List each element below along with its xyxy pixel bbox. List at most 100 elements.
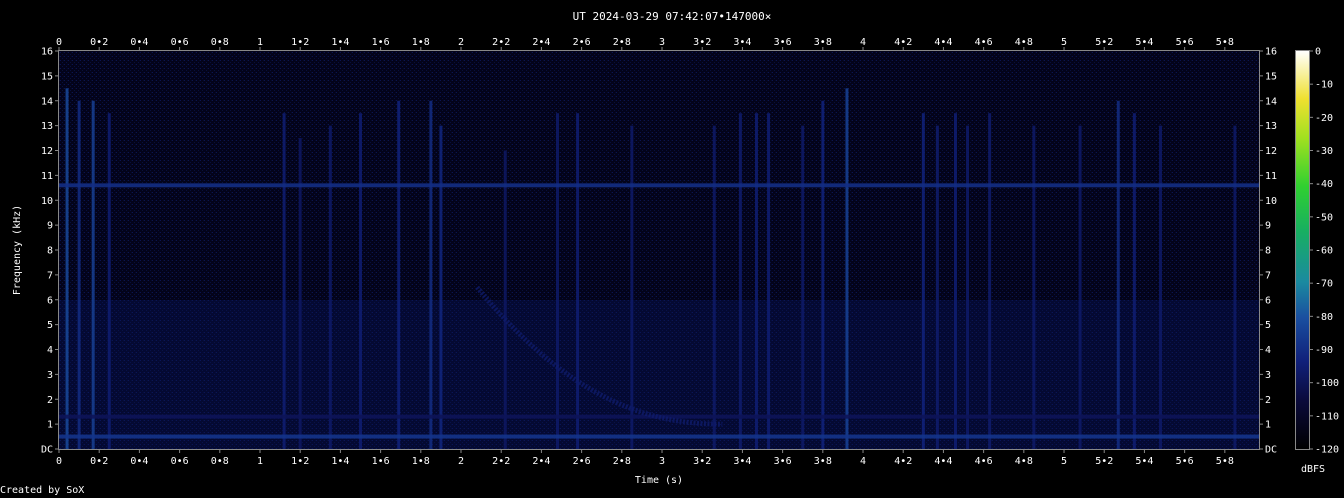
colorbar-tick-label: -20 xyxy=(1315,113,1333,124)
x-tick-label-top: 2•6 xyxy=(573,37,591,48)
x-tick-label-top: 0•6 xyxy=(171,37,189,48)
y-tick-label-left: 1 xyxy=(47,420,53,431)
impulse-mark xyxy=(921,113,925,449)
x-tick-label-bottom: 1•4 xyxy=(331,456,349,467)
x-tick-label-top: 5•4 xyxy=(1135,37,1153,48)
x-tick-label-bottom: 5•2 xyxy=(1095,456,1113,467)
x-tick-label-top: 4•4 xyxy=(934,37,952,48)
y-tick-label-right: 5 xyxy=(1265,320,1271,331)
x-axis-top: 0 0•2 0•4 0•6 0•8 1 1•2 1•4 1•6 1•8 2 2•2 2•4 2•6 2•8 3… xyxy=(56,37,1234,51)
impulse-mark xyxy=(754,113,758,449)
horizontal-band xyxy=(59,183,1259,188)
x-tick-label-bottom: 1 xyxy=(257,456,263,467)
y-tick-label-left: 10 xyxy=(41,196,53,207)
impulse-mark xyxy=(1116,100,1120,449)
colorbar-tick-label: -80 xyxy=(1315,312,1333,323)
x-tick-label-top: 0•2 xyxy=(90,37,108,48)
y-axis-left: DC12345678910111213141516 xyxy=(41,47,59,456)
impulse-mark xyxy=(439,125,443,449)
x-tick-label-top: 4 xyxy=(860,37,866,48)
impulse-mark xyxy=(630,125,634,449)
colorbar-tick-label: -50 xyxy=(1315,212,1333,223)
x-tick-label-top: 5•8 xyxy=(1216,37,1234,48)
impulse-mark xyxy=(845,88,849,449)
x-tick-label-top: 4•2 xyxy=(894,37,912,48)
x-tick-label-bottom: 2•8 xyxy=(613,456,631,467)
spectrogram-chart: UT 2024-03-29 07:42:07•147000× 0 0•2 0•4 0•… xyxy=(12,10,1339,486)
x-tick-label-bottom: 0 xyxy=(56,456,62,467)
x-tick-label-bottom: 4 xyxy=(860,456,866,467)
y-tick-label-right: 10 xyxy=(1265,196,1277,207)
x-tick-label-bottom: 0•6 xyxy=(171,456,189,467)
plot-area xyxy=(58,50,1260,450)
y-tick-label-right: 11 xyxy=(1265,171,1277,182)
impulse-mark xyxy=(555,113,559,449)
y-tick-label-right: 9 xyxy=(1265,221,1271,232)
impulse-mark xyxy=(821,100,825,449)
y-tick-label-left: 3 xyxy=(47,370,53,381)
x-tick-label-bottom: 5•4 xyxy=(1135,456,1153,467)
impulse-mark xyxy=(712,125,716,449)
x-tick-label-top: 1•8 xyxy=(412,37,430,48)
x-tick-label-bottom: 0•2 xyxy=(90,456,108,467)
impulse-mark xyxy=(429,100,433,449)
x-tick-label-bottom: 4•6 xyxy=(975,456,993,467)
y-tick-label-right: 2 xyxy=(1265,395,1271,406)
y-tick-label-right: 16 xyxy=(1265,47,1277,58)
x-tick-label-top: 5•6 xyxy=(1176,37,1194,48)
colorbar-tick-label: -110 xyxy=(1315,411,1339,422)
impulse-mark xyxy=(576,113,580,449)
colorbar-tick-label: -10 xyxy=(1315,80,1333,91)
impulse-mark xyxy=(77,100,81,449)
x-tick-label-top: 5 xyxy=(1061,37,1067,48)
impulse-mark xyxy=(397,100,401,449)
x-tick-label-top: 2•8 xyxy=(613,37,631,48)
impulse-mark xyxy=(1233,125,1237,449)
y-tick-label-left: 7 xyxy=(47,270,53,281)
x-tick-label-top: 3•4 xyxy=(733,37,751,48)
impulse-mark xyxy=(953,113,957,449)
x-tick-label-bottom: 2•2 xyxy=(492,456,510,467)
x-tick-label-top: 5•2 xyxy=(1095,37,1113,48)
x-tick-label-top: 3 xyxy=(659,37,665,48)
y-tick-label-left: 6 xyxy=(47,295,53,306)
horizontal-band xyxy=(59,434,1259,439)
x-tick-label-top: 1•4 xyxy=(331,37,349,48)
y-tick-label-left: 15 xyxy=(41,71,53,82)
colorbar-ticks: 0 -10 -20 -30 -40 -50 -60 -70 -80 -90 -100 -110 -120 xyxy=(1309,47,1339,456)
x-tick-label-bottom: 5 xyxy=(1061,456,1067,467)
x-tick-label-bottom: 2 xyxy=(458,456,464,467)
x-tick-label-top: 4•8 xyxy=(1015,37,1033,48)
impulse-mark xyxy=(738,113,742,449)
y-tick-label-right: 15 xyxy=(1265,71,1277,82)
impulse-mark xyxy=(1078,125,1082,449)
x-tick-label-bottom: 1•2 xyxy=(291,456,309,467)
colorbar-tick-label: -70 xyxy=(1315,279,1333,290)
y-axis-right: DC12345678910111213141516 xyxy=(1259,47,1277,456)
x-tick-label-bottom: 4•2 xyxy=(894,456,912,467)
x-tick-label-top: 0•8 xyxy=(211,37,229,48)
x-tick-label-bottom: 5•8 xyxy=(1216,456,1234,467)
colorbar-tick-label: -30 xyxy=(1315,146,1333,157)
x-tick-label-bottom: 2•6 xyxy=(573,456,591,467)
impulse-mark xyxy=(935,125,939,449)
impulse-mark xyxy=(988,113,992,449)
colorbar-tick-label: -100 xyxy=(1315,378,1339,389)
colorbar-gradient xyxy=(1296,51,1309,449)
x-tick-label-bottom: 2•4 xyxy=(532,456,550,467)
y-axis-label: Frequency (kHz) xyxy=(12,205,23,295)
y-tick-label-left: 11 xyxy=(41,171,53,182)
y-tick-label-right: 7 xyxy=(1265,270,1271,281)
colorbar-tick-label: 0 xyxy=(1315,47,1321,58)
y-tick-label-left: DC xyxy=(41,445,53,456)
y-tick-label-right: 3 xyxy=(1265,370,1271,381)
x-tick-label-top: 4•6 xyxy=(975,37,993,48)
impulse-mark xyxy=(107,113,111,449)
impulse-mark xyxy=(966,125,970,449)
x-tick-label-top: 2•4 xyxy=(532,37,550,48)
x-tick-label-bottom: 1•6 xyxy=(372,456,390,467)
x-tick-label-bottom: 3•6 xyxy=(774,456,792,467)
impulse-mark xyxy=(503,150,507,449)
colorbar-tick-label: -60 xyxy=(1315,246,1333,257)
x-tick-label-top: 1•2 xyxy=(291,37,309,48)
